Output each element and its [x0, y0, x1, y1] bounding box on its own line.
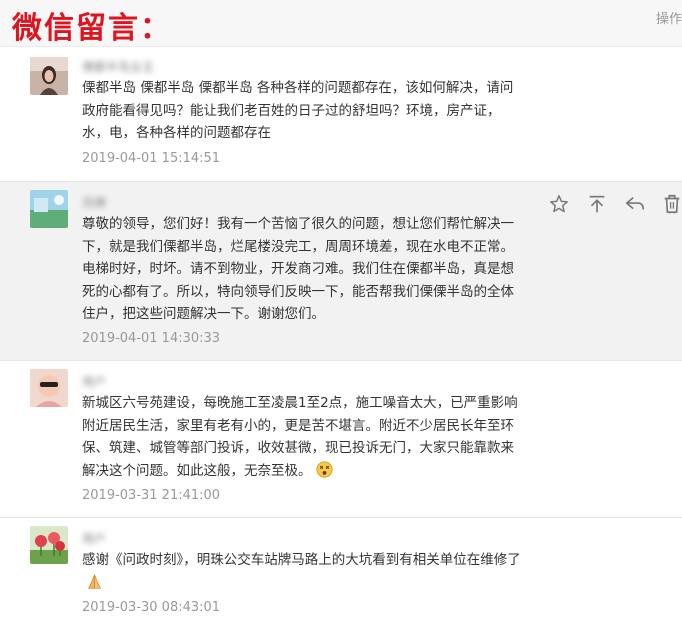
avatar[interactable]: [30, 369, 68, 407]
comment-item: 用户 感谢《问政时刻》，明珠公交车站牌马路上的大坑看到有相关单位在维修了 201…: [0, 518, 682, 643]
top-bar: 微信留言： 操作: [0, 0, 682, 47]
nickname: 用户: [82, 375, 107, 389]
comment-text: 傈都半岛 傈都半岛 傈都半岛 各种各样的问题都存在，该如何解决，请问政府能看得见…: [82, 80, 514, 141]
comment-admin-page: 微信留言： 操作 傈都半岛业主 傈都半岛 傈都半岛 傈都半岛 各种各样的问题都存…: [0, 0, 682, 643]
comment-item: 傈都半岛业主 傈都半岛 傈都半岛 傈都半岛 各种各样的问题都存在，该如何解决，请…: [0, 47, 682, 181]
avatar[interactable]: [30, 526, 68, 564]
comment-item: 用户 新城区六号苑建设，每晚施工至凌晨1至2点，施工噪音太大，已严重影响附近居民…: [0, 361, 682, 517]
comment-text-content: 新城区六号苑建设，每晚施工至凌晨1至2点，施工噪音太大，已严重影响附近居民生活，…: [82, 395, 518, 479]
nickname: 用户: [82, 532, 107, 546]
comment-text: 尊敬的领导，您们好！我有一个苦恼了很久的问题，想让您们帮忙解决一下，就是我们傈都…: [82, 216, 514, 322]
trash-icon[interactable]: [662, 193, 682, 215]
avatar[interactable]: [30, 190, 68, 228]
comment-text: 新城区六号苑建设，每晚施工至凌晨1至2点，施工噪音太大，已严重影响附近居民生活，…: [82, 392, 522, 485]
avatar[interactable]: [30, 57, 68, 95]
pray-hands-emoji: [86, 573, 103, 598]
comment-time: 2019-04-01 14:30:33: [82, 331, 221, 346]
pin-top-icon[interactable]: [586, 193, 610, 215]
star-icon[interactable]: [548, 193, 572, 215]
operations-column-header: 操作: [655, 12, 682, 27]
comment-text-content: 感谢《问政时刻》，明珠公交车站牌马路上的大坑看到有相关单位在维修了: [82, 552, 521, 568]
comment-time: 2019-04-01 15:14:51: [82, 151, 221, 166]
page-title: 微信留言：: [12, 11, 172, 46]
comment-text: 感谢《问政时刻》，明珠公交车站牌马路上的大坑看到有相关单位在维修了: [82, 549, 522, 597]
comment-time: 2019-03-30 08:43:01: [82, 600, 221, 615]
nickname: 月牌: [82, 196, 107, 210]
nickname: 傈都半岛业主: [82, 60, 155, 74]
comment-time: 2019-03-31 21:41:00: [82, 488, 221, 503]
reply-icon[interactable]: [624, 193, 648, 215]
comment-item: 月牌 尊敬的领导，您们好！我有一个苦恼了很久的问题，想让您们帮忙解决一下，就是我…: [0, 182, 682, 360]
dizzy-face-emoji: [315, 460, 333, 486]
